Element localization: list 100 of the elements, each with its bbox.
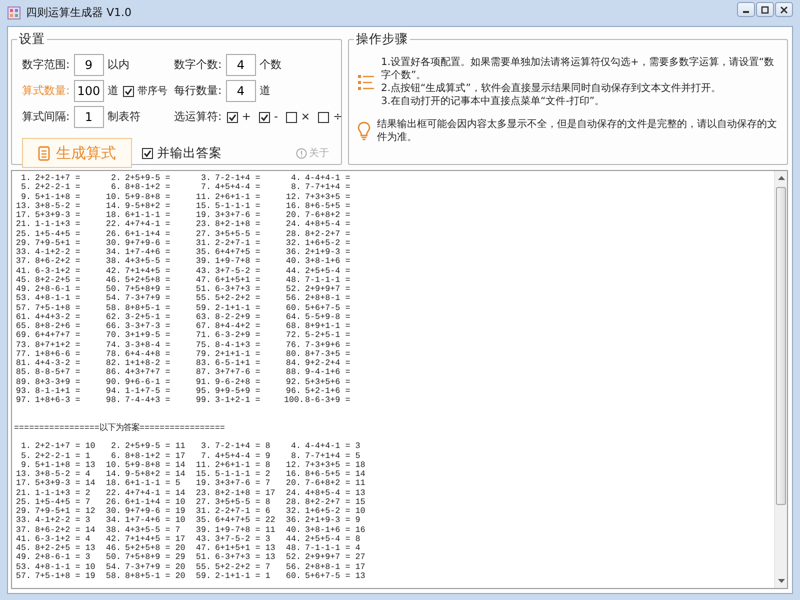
problem-expression: 2+8-6-1 =: [35, 285, 80, 294]
checkbox[interactable]: [258, 112, 270, 122]
problem-number: 53.: [14, 562, 31, 572]
problem-number: 47.: [194, 276, 211, 285]
problem-number: 89.: [14, 378, 31, 387]
field-label: 算式数量:: [22, 84, 70, 98]
problem-number: 31.: [194, 507, 211, 516]
problem-expression: 4+3+5-5 = 7: [125, 526, 180, 535]
problem-expression: 2-1+1-1 =: [215, 304, 260, 313]
field-label: 选运算符:: [174, 110, 222, 124]
problem-number: 18.: [104, 211, 121, 220]
problem-expression: 7+9-5+1 = 12: [35, 507, 96, 516]
problem-number: 68.: [284, 322, 301, 331]
problem-expression: 1+6+5-2 = 10: [305, 507, 366, 516]
problem-number: 57.: [14, 572, 31, 581]
problem-expression: 2+1+9-3 =: [305, 248, 350, 257]
problem-number: 81.: [14, 359, 31, 368]
problem-expression: 7-1-1-1 = 4: [305, 544, 360, 553]
problem-expression: 5-1-1-1 = 2: [215, 470, 270, 479]
problem-expression: 7-3+7+9 =: [125, 294, 170, 304]
problem-number: 38.: [104, 526, 121, 535]
problem-expression: 3+5+5-5 = 8: [215, 498, 270, 507]
problem-expression: 6+1-1+4 =: [125, 230, 170, 239]
problem-number: 74.: [104, 340, 121, 350]
window-title: 四则运算生成器 V1.0: [26, 4, 132, 21]
problem-number: 42.: [104, 534, 121, 544]
problem-number: 64.: [284, 312, 301, 322]
list-icon: [357, 73, 375, 91]
problem-number: 36.: [284, 248, 301, 257]
problem-expression: 8+2-2+7 = 15: [305, 498, 366, 507]
problem-expression: 3+8-1+6 =: [305, 257, 350, 266]
checkbox[interactable]: [122, 86, 134, 96]
number-field[interactable]: 100: [74, 80, 104, 102]
problem-expression: 1+6+5-2 =: [305, 238, 350, 248]
document-icon: [38, 146, 50, 160]
number-field[interactable]: 4: [226, 80, 256, 102]
problem-number: 41.: [14, 266, 31, 276]
problem-expression: 7-4-4+3 =: [125, 396, 170, 406]
problem-expression: 8+2-2+7 =: [305, 230, 350, 239]
close-button[interactable]: [775, 2, 793, 17]
problem-number: 75.: [194, 340, 211, 350]
number-field[interactable]: 1: [74, 106, 104, 128]
scrollbar-thumb[interactable]: [776, 187, 786, 505]
problem-expression: 8+8-2+6 =: [35, 322, 80, 331]
problem-number: 17.: [14, 211, 31, 220]
problem-number: 50.: [104, 553, 121, 562]
problem-number: 60.: [284, 572, 301, 581]
problem-number: 14.: [104, 202, 121, 211]
problem-expression: 3-1+2-1 =: [215, 396, 260, 406]
number-field[interactable]: 9: [74, 54, 104, 76]
problem-expression: 8-8-5+7 =: [35, 368, 80, 378]
problem-expression: 9-5+8+2 = 14: [125, 470, 186, 479]
problem-expression: 4+4+3-2 =: [35, 312, 80, 322]
scroll-up-icon[interactable]: [778, 176, 784, 180]
field-label: 每行数量:: [174, 84, 222, 98]
problem-number: 90.: [104, 378, 121, 387]
problem-expression: 2+8+8-1 =: [305, 294, 350, 304]
problem-expression: 8+6-2+2 = 14: [35, 526, 96, 535]
checkbox[interactable]: [226, 112, 238, 122]
problem-expression: 2+6+1-1 =: [215, 192, 260, 202]
number-field[interactable]: 4: [226, 54, 256, 76]
checkbox[interactable]: [286, 112, 297, 122]
problem-number: 52.: [284, 285, 301, 294]
problem-number: 69.: [14, 331, 31, 340]
problem-expression: 2+8+8-1 = 17: [305, 562, 366, 572]
minimize-button[interactable]: [737, 2, 755, 17]
problem-number: 98.: [104, 396, 121, 406]
checkbox[interactable]: [142, 148, 153, 158]
scroll-down-icon[interactable]: [778, 579, 784, 583]
problem-number: 39.: [194, 526, 211, 535]
problem-expression: 2+6+1-1 = 8: [215, 460, 270, 470]
problem-expression: 9+9-5+9 =: [215, 386, 260, 396]
problem-expression: 4-4+4-1 = 3: [305, 442, 360, 452]
problem-number: 46.: [104, 544, 121, 553]
problem-expression: 9+7+9-6 =: [125, 238, 170, 248]
problem-expression: 7+5+8+9 = 29: [125, 553, 186, 562]
problem-number: 50.: [104, 285, 121, 294]
problem-number: 8.: [290, 183, 301, 192]
problem-expression: 6+4+7+5 =: [215, 248, 260, 257]
problem-number: 94.: [104, 386, 121, 396]
problem-number: 29.: [14, 507, 31, 516]
problem-number: 22.: [104, 488, 121, 498]
problem-number: 34.: [104, 516, 121, 526]
problem-number: 5.: [20, 183, 31, 192]
problem-number: 15.: [194, 470, 211, 479]
problem-number: 4.: [290, 174, 301, 184]
problem-expression: 9+7+9-6 = 19: [125, 507, 186, 516]
problem-expression: 4+8-1-1 =: [35, 294, 80, 304]
problem-expression: 2+2-1+7 =: [35, 174, 80, 183]
problem-number: 57.: [14, 304, 31, 313]
problem-expression: 5+3+5+6 =: [305, 378, 350, 387]
maximize-button[interactable]: [756, 2, 774, 17]
problem-expression: 8-6-3+9 =: [305, 396, 350, 406]
problem-number: 38.: [104, 257, 121, 266]
problem-expression: 8+2-1+8 =: [215, 220, 260, 230]
checkbox[interactable]: [318, 112, 330, 122]
problem-expression: 5+2+5+8 =: [125, 276, 170, 285]
tip-text: 结果输出框可能会因内容太多显示不全，但是自动保存的文件是完整的，请以自动保存的文件为准。: [377, 118, 778, 144]
step-text: 2.点按钮“生成算式”，软件会直接显示结果同时自动保存到文本文件并打开。: [381, 82, 722, 95]
problem-number: 34.: [104, 248, 121, 257]
